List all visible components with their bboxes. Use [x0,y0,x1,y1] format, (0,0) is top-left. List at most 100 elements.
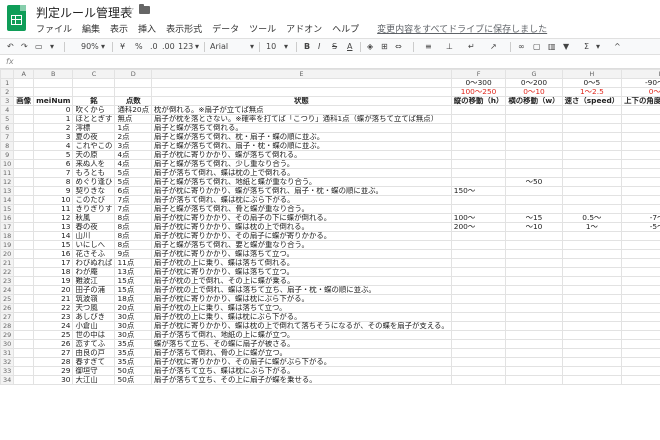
cell-vertical-move[interactable]: 150〜 [450,186,507,196]
menu-addons[interactable]: アドオン [286,22,322,36]
cell-image[interactable] [13,258,35,268]
row-header-32[interactable]: 32 [0,357,15,367]
cell-vertical-move[interactable] [450,357,507,367]
cell-state[interactable]: 扇子と蝶が落ちて倒れ、枕・扇子・蝶の順に並ぶ。 [151,132,452,142]
header-score[interactable]: 点数 [114,96,153,106]
cell[interactable] [151,78,452,88]
cell-beta[interactable] [621,339,660,349]
cell-score[interactable]: 8点 [114,213,153,223]
increase-decimals-button[interactable]: .00 [162,42,175,51]
cell-beta[interactable] [621,312,660,322]
cell-score[interactable]: 50点 [114,375,153,385]
cell-beta[interactable] [621,132,660,142]
cell-beta[interactable] [621,285,660,295]
cell-f1[interactable]: 0〜300 [450,78,507,88]
cell-vertical-move[interactable] [450,267,507,277]
cell-speed[interactable] [561,330,623,340]
cell-meinum[interactable]: 21 [33,294,74,304]
cell-state[interactable]: 扇子が枕に寄りかかり、蝶が落ちて倒れ、扇子・枕・蝶の順に並ぶ。 [151,186,452,196]
cell-image[interactable] [13,177,35,187]
cell-vertical-move[interactable] [450,141,507,151]
cell-mei[interactable]: あしびき [72,312,116,322]
cell-vertical-move[interactable] [450,294,507,304]
cell-mei[interactable]: 世の中は [72,330,116,340]
cell-vertical-move[interactable] [450,105,507,115]
cell-beta[interactable] [621,141,660,151]
cell-g1[interactable]: 0〜200 [505,78,563,88]
cell-meinum[interactable]: 23 [33,312,74,322]
cell-state[interactable]: 扇子が落ちて倒れ、地紙の上に蝶が立つ。 [151,330,452,340]
cell-mei[interactable]: めぐり逢ひ [72,177,116,187]
cell-state[interactable]: 扇子が枕の上に乗り、蝶は枕にぶら下がる。 [151,312,452,322]
cell-mei[interactable]: 澪標 [72,123,116,133]
cell-speed[interactable] [561,348,623,358]
cell-image[interactable] [13,195,35,205]
cell-meinum[interactable]: 28 [33,357,74,367]
cell-speed[interactable] [561,366,623,376]
row-header-23[interactable]: 23 [0,276,15,286]
cell-vertical-move[interactable] [450,231,507,241]
cell-score[interactable]: 7点 [114,195,153,205]
cell-horizontal-move[interactable] [505,186,563,196]
cell-beta[interactable] [621,114,660,124]
strikethrough-button[interactable]: S [332,42,337,51]
menu-tools[interactable]: ツール [249,22,276,36]
cell-beta[interactable] [621,267,660,277]
cell-state[interactable]: 扇子が枕の上で倒れ、蝶は落ちて立ち、扇子・枕・蝶の順に並ぶ。 [151,285,452,295]
cell-speed[interactable] [561,339,623,349]
cell-speed[interactable] [561,240,623,250]
cell-horizontal-move[interactable] [505,150,563,160]
cell-mei[interactable]: 小倉山 [72,321,116,331]
merge-cells-icon[interactable]: ⇔ [395,42,402,51]
cell-horizontal-move[interactable] [505,258,563,268]
cell-horizontal-move[interactable] [505,285,563,295]
cell-mei[interactable]: 難波江 [72,276,116,286]
cell-horizontal-move[interactable] [505,123,563,133]
cell-vertical-move[interactable] [450,168,507,178]
cell-speed[interactable] [561,186,623,196]
cell[interactable] [114,87,153,97]
cell-vertical-move[interactable] [450,285,507,295]
cell-mei[interactable]: このたび [72,195,116,205]
cell-beta[interactable] [621,294,660,304]
row-header-20[interactable]: 20 [0,249,15,259]
cell-speed[interactable] [561,177,623,187]
cell-meinum[interactable]: 2 [33,123,74,133]
cell-meinum[interactable]: 20 [33,285,74,295]
cell-horizontal-move[interactable] [505,168,563,178]
cell-score[interactable]: 15点 [114,276,153,286]
column-header-i[interactable]: I [621,69,660,79]
cell-beta[interactable] [621,249,660,259]
cell-state[interactable]: 扇子が枕の上に乗り、蝶は落ちて立つ。 [151,303,452,313]
cell-horizontal-move[interactable] [505,105,563,115]
cell-meinum[interactable]: 26 [33,339,74,349]
cell-meinum[interactable]: 19 [33,276,74,286]
cell-image[interactable] [13,330,35,340]
cell-mei[interactable]: 契りきな [72,186,116,196]
cell-horizontal-move[interactable] [505,348,563,358]
row-header-12[interactable]: 12 [0,177,15,187]
cell-horizontal-move[interactable] [505,240,563,250]
column-header-f[interactable]: F [450,69,507,79]
row-header-18[interactable]: 18 [0,231,15,241]
cell-horizontal-move[interactable] [505,303,563,313]
cell-score[interactable]: 無点 [114,114,153,124]
row-header-10[interactable]: 10 [0,159,15,169]
row-header-34[interactable]: 34 [0,375,15,385]
more-formats-button[interactable]: 123 [178,42,193,51]
bold-button[interactable]: B [304,42,310,51]
text-rotation-icon[interactable]: ↗ [490,42,497,51]
cell-mei[interactable]: わが庵 [72,267,116,277]
insert-chart-icon[interactable]: ▥ [548,42,556,51]
cell-speed[interactable] [561,195,623,205]
cell-meinum[interactable]: 13 [33,222,74,232]
cell-horizontal-move[interactable] [505,357,563,367]
folder-icon[interactable] [139,4,150,14]
fill-color-icon[interactable]: ◈ [367,42,373,51]
font-chevron-down-icon[interactable]: ▾ [250,42,254,51]
cell-beta[interactable]: -7〜7 [621,213,660,223]
cell-speed[interactable] [561,258,623,268]
cell-state[interactable]: 扇子が枕に寄りかかり、その扇子の下に蝶が倒れる。 [151,213,452,223]
cell-image[interactable] [13,150,35,160]
cell-score[interactable]: 35点 [114,348,153,358]
